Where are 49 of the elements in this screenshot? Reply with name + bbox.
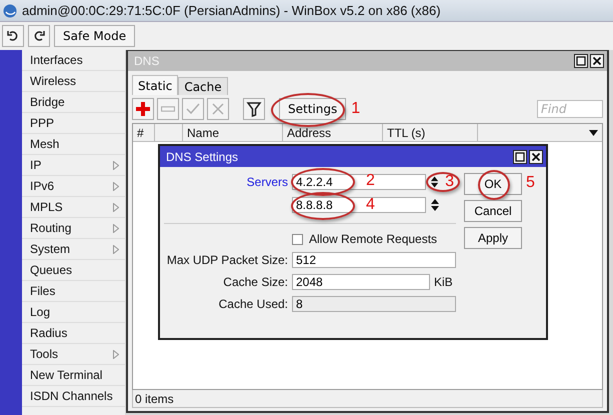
redo-button[interactable]: [28, 25, 50, 47]
text-field[interactable]: 512: [292, 252, 456, 268]
annotation-number: 1: [351, 100, 360, 118]
safe-mode-button[interactable]: Safe Mode: [54, 25, 136, 47]
annotation-number: 4: [366, 196, 375, 213]
add-button[interactable]: [132, 98, 154, 120]
column-header[interactable]: #: [133, 124, 155, 141]
annotation-ellipse: [291, 192, 355, 220]
dialog-title: DNS Settings: [166, 150, 238, 164]
status-text: 0 items: [132, 390, 603, 408]
filter-button[interactable]: [243, 98, 265, 120]
field-label: Cache Size:: [222, 275, 289, 289]
spinner-icon[interactable]: [430, 175, 440, 189]
dialog-button[interactable]: OK: [464, 173, 522, 195]
field-label: Cache Used:: [218, 297, 289, 311]
redo-icon: [33, 30, 45, 42]
settings-button[interactable]: Settings: [279, 98, 346, 120]
text-field: 8: [292, 296, 456, 312]
annotation-number: 3: [445, 173, 454, 191]
maximize-button[interactable]: [574, 54, 588, 68]
dropdown-arrow-icon[interactable]: [589, 130, 598, 136]
column-header[interactable]: TTL (s): [383, 124, 478, 141]
tab[interactable]: Static: [132, 75, 178, 95]
add-icon: [134, 100, 152, 118]
annotation-ellipse: [426, 172, 460, 192]
field-label: Max UDP Packet Size:: [166, 253, 289, 267]
annotation-number: 2: [366, 172, 375, 189]
close-button[interactable]: [590, 54, 604, 68]
tab[interactable]: Cache: [178, 77, 228, 95]
checkbox-label: Allow Remote Requests: [309, 232, 438, 246]
minus-icon: [161, 106, 175, 112]
annotation-number: 5: [526, 174, 535, 191]
column-header[interactable]: Name: [183, 124, 283, 141]
window-title: admin@00:0C:29:71:5C:0F (PersianAdmins) - WinBox v5.2 on x86 (x86): [22, 3, 441, 18]
maximize-button[interactable]: [513, 150, 527, 164]
text-field[interactable]: 2048: [292, 274, 430, 290]
find-field[interactable]: Find: [537, 100, 603, 118]
column-header[interactable]: Address: [283, 124, 383, 141]
spinner-icon[interactable]: [430, 198, 440, 212]
app-icon: [3, 4, 17, 18]
undo-button[interactable]: [2, 25, 24, 47]
servers-label: Servers: [246, 175, 289, 189]
filter-icon: [245, 100, 263, 118]
dialog-button[interactable]: Apply: [464, 227, 522, 249]
undo-icon: [7, 30, 19, 42]
unit-label: KiB: [433, 275, 453, 289]
checkbox[interactable]: [292, 234, 303, 244]
close-button[interactable]: [529, 150, 543, 164]
dialog-button[interactable]: Cancel: [464, 200, 522, 222]
